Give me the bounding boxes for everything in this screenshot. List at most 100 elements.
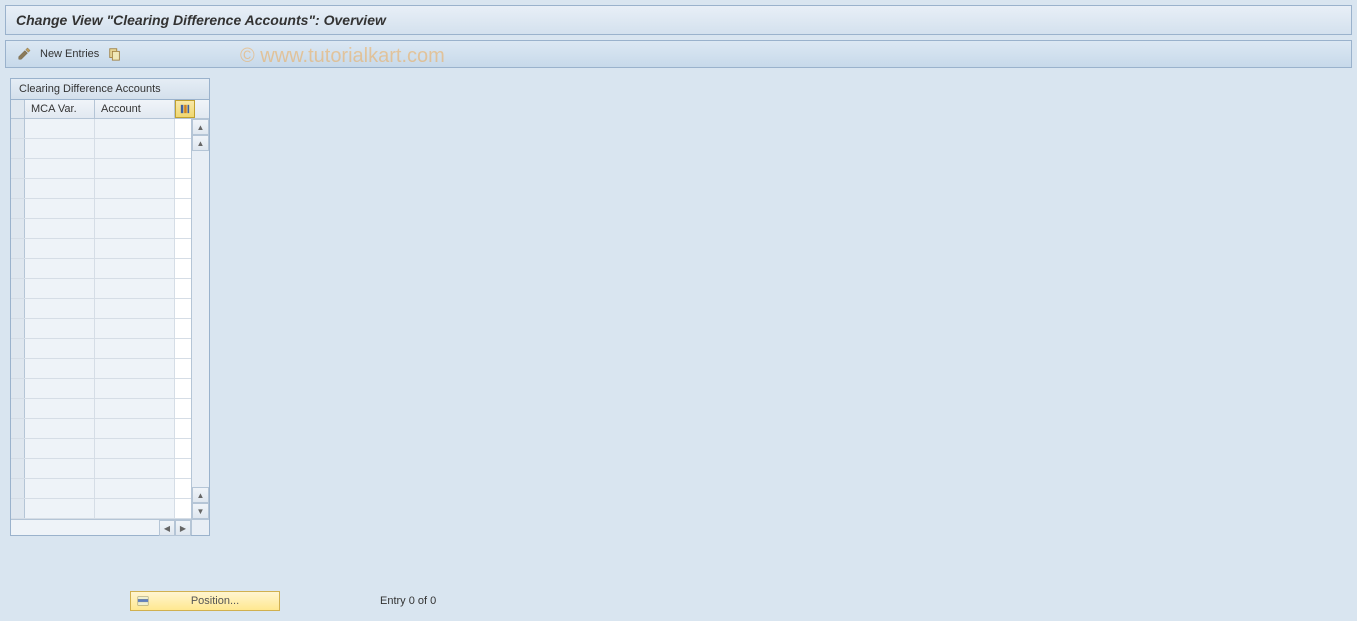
cell-mcavar[interactable] [25,359,95,378]
cell-mcavar[interactable] [25,179,95,198]
row-selector[interactable] [11,319,25,338]
table-row[interactable] [11,219,191,239]
table-container: Clearing Difference Accounts MCA Var. Ac… [10,78,210,536]
table-row[interactable] [11,319,191,339]
table-row[interactable] [11,119,191,139]
table-row[interactable] [11,359,191,379]
row-selector[interactable] [11,439,25,458]
row-selector[interactable] [11,119,25,138]
table-row[interactable] [11,419,191,439]
table-row[interactable] [11,499,191,519]
position-button[interactable]: Position... [130,591,280,611]
scroll-right-button[interactable]: ▶ [175,520,191,536]
cell-mcavar[interactable] [25,199,95,218]
cell-account[interactable] [95,359,175,378]
table-settings-icon[interactable] [175,100,195,118]
row-selector[interactable] [11,499,25,518]
cell-account[interactable] [95,319,175,338]
cell-account[interactable] [95,439,175,458]
cell-account[interactable] [95,179,175,198]
table-row[interactable] [11,379,191,399]
copy-icon[interactable] [107,46,123,62]
cell-mcavar[interactable] [25,279,95,298]
table-row[interactable] [11,339,191,359]
table-row[interactable] [11,139,191,159]
table-row[interactable] [11,199,191,219]
cell-mcavar[interactable] [25,379,95,398]
cell-mcavar[interactable] [25,479,95,498]
cell-mcavar[interactable] [25,319,95,338]
table-row[interactable] [11,259,191,279]
cell-mcavar[interactable] [25,259,95,278]
cell-mcavar[interactable] [25,439,95,458]
cell-account[interactable] [95,259,175,278]
table-row[interactable] [11,159,191,179]
table-row[interactable] [11,279,191,299]
cell-mcavar[interactable] [25,339,95,358]
scroll-up-button[interactable]: ▲ [192,119,209,135]
table-row[interactable] [11,179,191,199]
table-row[interactable] [11,439,191,459]
cell-account[interactable] [95,419,175,438]
scroll-down-button[interactable]: ▲ [192,487,209,503]
table-row[interactable] [11,239,191,259]
row-selector[interactable] [11,419,25,438]
cell-account[interactable] [95,299,175,318]
scroll-up-button-2[interactable]: ▲ [192,135,209,151]
row-selector[interactable] [11,179,25,198]
row-selector-header[interactable] [11,100,25,118]
page-title: Change View "Clearing Difference Account… [16,12,386,28]
cell-mcavar[interactable] [25,139,95,158]
cell-mcavar[interactable] [25,399,95,418]
row-selector[interactable] [11,339,25,358]
cell-mcavar[interactable] [25,219,95,238]
row-selector[interactable] [11,379,25,398]
row-selector[interactable] [11,239,25,258]
cell-account[interactable] [95,139,175,158]
cell-account[interactable] [95,479,175,498]
row-selector[interactable] [11,359,25,378]
cell-account[interactable] [95,499,175,518]
table-row[interactable] [11,399,191,419]
cell-account[interactable] [95,399,175,418]
scroll-down-button-2[interactable]: ▼ [192,503,209,519]
scroll-track[interactable] [192,151,209,487]
vertical-scrollbar: ▲ ▲ ▲ ▼ [191,119,209,519]
cell-mcavar[interactable] [25,419,95,438]
cell-account[interactable] [95,279,175,298]
cell-mcavar[interactable] [25,299,95,318]
new-entries-button[interactable]: New Entries [40,48,99,60]
cell-mcavar[interactable] [25,239,95,258]
row-selector[interactable] [11,479,25,498]
cell-account[interactable] [95,339,175,358]
row-selector[interactable] [11,159,25,178]
cell-mcavar[interactable] [25,119,95,138]
cell-account[interactable] [95,379,175,398]
column-header-account[interactable]: Account [95,100,175,118]
table-row[interactable] [11,299,191,319]
row-selector[interactable] [11,399,25,418]
cell-mcavar[interactable] [25,459,95,478]
row-selector[interactable] [11,459,25,478]
cell-account[interactable] [95,219,175,238]
row-selector[interactable] [11,219,25,238]
row-selector[interactable] [11,299,25,318]
row-selector[interactable] [11,279,25,298]
cell-account[interactable] [95,159,175,178]
row-selector[interactable] [11,139,25,158]
cell-mcavar[interactable] [25,159,95,178]
cell-account[interactable] [95,119,175,138]
table-row[interactable] [11,479,191,499]
scroll-left-button[interactable]: ◀ [159,520,175,536]
pencil-icon[interactable] [16,46,32,62]
cell-account[interactable] [95,239,175,258]
column-header-mcavar[interactable]: MCA Var. [25,100,95,118]
row-selector[interactable] [11,199,25,218]
table-row[interactable] [11,459,191,479]
cell-account[interactable] [95,199,175,218]
row-selector[interactable] [11,259,25,278]
table-header-row: MCA Var. Account [11,100,209,119]
cell-account[interactable] [95,459,175,478]
cell-mcavar[interactable] [25,499,95,518]
position-icon [135,594,151,608]
